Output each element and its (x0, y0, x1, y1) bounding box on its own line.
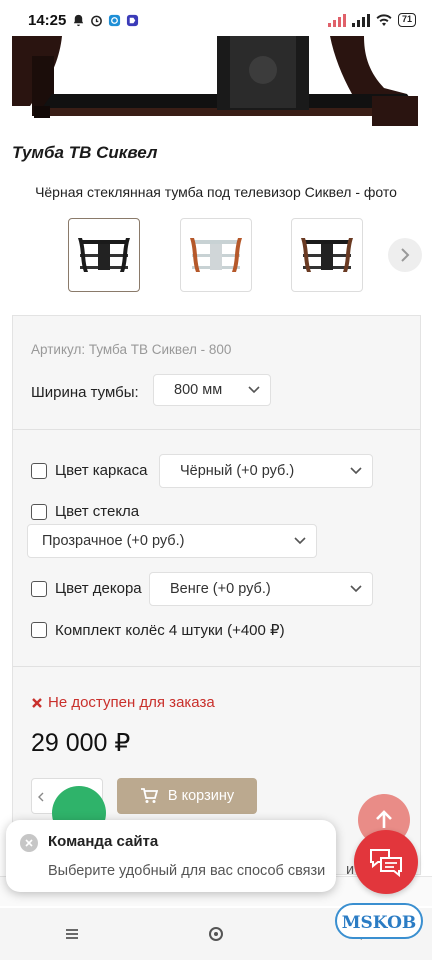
battery-icon: 71 (397, 13, 416, 27)
wheels-option[interactable]: Комплект колёс 4 штуки (+400 ₽) (31, 621, 285, 639)
toast-title: Команда сайта (48, 833, 159, 850)
chevron-down-icon (350, 467, 362, 475)
glass-color-select-value: Прозрачное (+0 руб.) (42, 533, 185, 549)
system-indicators: 71 (327, 13, 416, 27)
glass-color-label: Цвет стекла (55, 503, 140, 520)
wheels-checkbox[interactable] (31, 622, 47, 638)
frame-color-option[interactable]: Цвет каркаса (31, 462, 147, 479)
app-icon (109, 14, 121, 26)
product-image[interactable] (12, 36, 422, 138)
close-icon[interactable] (20, 834, 38, 852)
decor-color-select-value: Венге (+0 руб.) (170, 581, 271, 597)
divider (13, 429, 420, 430)
sku-text: Артикул: Тумба ТВ Сиквел - 800 (31, 342, 232, 357)
thumbnail-image (78, 238, 130, 272)
tv-stand-illustration (12, 36, 418, 126)
thumbnail-image (301, 238, 353, 272)
site-team-toast[interactable]: Команда сайта Выберите удобный для вас с… (6, 820, 336, 892)
product-title: Тумба ТВ Сиквел (12, 143, 158, 162)
chat-bubbles-icon (370, 849, 402, 877)
divider (13, 666, 420, 667)
home-icon[interactable] (206, 924, 226, 944)
toast-text: Выберите удобный для вас способ связи (48, 863, 326, 879)
frame-color-checkbox[interactable] (31, 462, 47, 479)
thumbnail-gallery (0, 218, 432, 294)
signal-icon (327, 13, 346, 27)
thumbnail-next-button[interactable] (388, 238, 422, 272)
price: 29 000 ₽ (31, 729, 131, 757)
x-icon (25, 839, 33, 847)
chevron-down-icon (248, 386, 260, 394)
decor-color-label: Цвет декора (55, 580, 142, 597)
wheels-label: Комплект колёс 4 штуки (+400 ₽) (55, 622, 285, 639)
width-select-value: 800 мм (174, 382, 223, 398)
decrement-icon[interactable] (38, 792, 44, 802)
glass-color-option[interactable]: Цвет стекла (31, 503, 139, 520)
chevron-right-icon (401, 248, 410, 262)
chevron-down-icon (294, 537, 306, 545)
arrow-up-icon (376, 810, 392, 828)
glass-color-select[interactable]: Прозрачное (+0 руб.) (27, 524, 317, 558)
decor-color-checkbox[interactable] (31, 580, 47, 597)
cart-icon (140, 788, 158, 803)
bell-icon (74, 14, 84, 26)
decor-color-option[interactable]: Цвет декора (31, 580, 142, 597)
width-label: Ширина тумбы: (31, 384, 139, 401)
frame-color-select[interactable]: Чёрный (+0 руб.) (159, 454, 373, 488)
signal-icon-2 (351, 13, 370, 27)
thumbnail-image (190, 238, 242, 272)
status-time: 14:25 (28, 11, 67, 29)
glass-color-checkbox[interactable] (31, 503, 47, 520)
notification-icons (72, 14, 139, 27)
chevron-down-icon (350, 585, 362, 593)
status-bar: 14:25 71 (0, 0, 432, 40)
wifi-icon (376, 13, 392, 26)
mskob-watermark: MSKOB (330, 890, 426, 954)
alarm-icon (91, 15, 103, 26)
availability-text: Не доступен для заказа (48, 694, 215, 711)
cross-icon (32, 697, 42, 708)
add-to-cart-label: В корзину (167, 788, 235, 804)
thumbnail-black[interactable] (68, 218, 140, 292)
width-select[interactable]: 800 мм (153, 374, 271, 406)
watermark-text: MSKOB (342, 913, 417, 933)
frame-color-label: Цвет каркаса (55, 462, 148, 479)
toast-overflow-text: и (346, 862, 355, 878)
app-icon-2 (127, 14, 139, 26)
thumbnail-cherry[interactable] (180, 218, 252, 292)
decor-color-select[interactable]: Венге (+0 руб.) (149, 572, 373, 606)
frame-color-select-value: Чёрный (+0 руб.) (180, 463, 295, 479)
thumbnail-wenge[interactable] (291, 218, 363, 292)
menu-icon[interactable] (62, 924, 82, 944)
add-to-cart-button[interactable]: В корзину (117, 778, 257, 814)
availability-status: Не доступен для заказа (31, 694, 215, 711)
product-caption: Чёрная стеклянная тумба под телевизор Си… (35, 184, 397, 200)
chat-button[interactable] (354, 830, 418, 894)
